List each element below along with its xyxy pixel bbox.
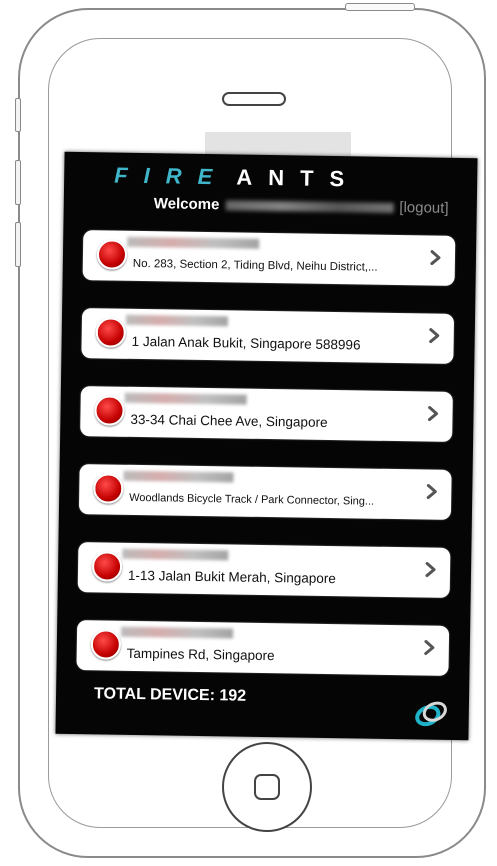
app-screen: FIRE ANTS Welcome [logout] No. 283, Sect… [55,151,478,741]
volume-down-button [15,222,21,267]
logo-ants-text: ANTS [236,164,361,192]
chevron-right-icon [425,562,436,578]
chevron-right-icon [427,406,439,422]
app-logo: FIRE ANTS [114,161,360,195]
status-dot-icon [91,551,123,582]
home-button[interactable] [222,742,312,832]
power-button [345,3,415,11]
chevron-right-icon [426,484,437,500]
device-list-item[interactable]: 1-13 Jalan Bukit Merah, Singapore [77,542,451,598]
brand-logo-icon[interactable] [411,697,451,730]
logout-link[interactable]: [logout] [399,199,448,217]
device-address: 1-13 Jalan Bukit Merah, Singapore [127,567,336,587]
chevron-right-icon [430,250,441,266]
device-address: No. 283, Section 2, Tiding Blvd, Neihu D… [132,257,378,274]
logo-fire-text: FIRE [114,162,229,190]
status-dot-icon [93,473,124,504]
device-name-redacted [123,470,234,483]
status-dot-icon [94,395,125,426]
device-address: 1 Jalan Anak Bukit, Singapore 588996 [131,333,361,353]
device-list-item[interactable]: No. 283, Section 2, Tiding Blvd, Neihu D… [82,230,456,286]
device-list-item[interactable]: 33-34 Chai Chee Ave, Singapore [80,386,453,442]
user-email-redacted [225,199,394,213]
device-list-item[interactable]: Tampines Rd, Singapore [76,620,450,676]
mute-switch [15,98,21,132]
volume-up-button [15,160,21,205]
device-address: Tampines Rd, Singapore [126,645,275,664]
device-name-redacted [127,236,260,249]
device-list: No. 283, Section 2, Tiding Blvd, Neihu D… [76,230,456,704]
device-address: 33-34 Chai Chee Ave, Singapore [130,411,328,430]
device-name-redacted [120,626,234,639]
welcome-bar: Welcome [logout] [154,195,449,217]
speaker-grille [222,92,286,106]
device-list-item[interactable]: Woodlands Bicycle Track / Park Connector… [78,464,452,520]
home-square-icon [254,774,280,800]
device-name-redacted [122,548,229,561]
device-name-redacted [124,392,247,405]
chevron-right-icon [429,328,440,344]
device-list-item[interactable]: 1 Jalan Anak Bukit, Singapore 588996 [81,308,455,364]
status-dot-icon [95,317,126,348]
device-name-redacted [125,314,229,327]
status-dot-icon [96,239,128,270]
device-address: Woodlands Bicycle Track / Park Connector… [129,491,375,508]
status-dot-icon [90,629,122,660]
chevron-right-icon [424,640,435,656]
total-device-count: TOTAL DEVICE: 192 [93,685,247,705]
welcome-label: Welcome [153,195,220,214]
